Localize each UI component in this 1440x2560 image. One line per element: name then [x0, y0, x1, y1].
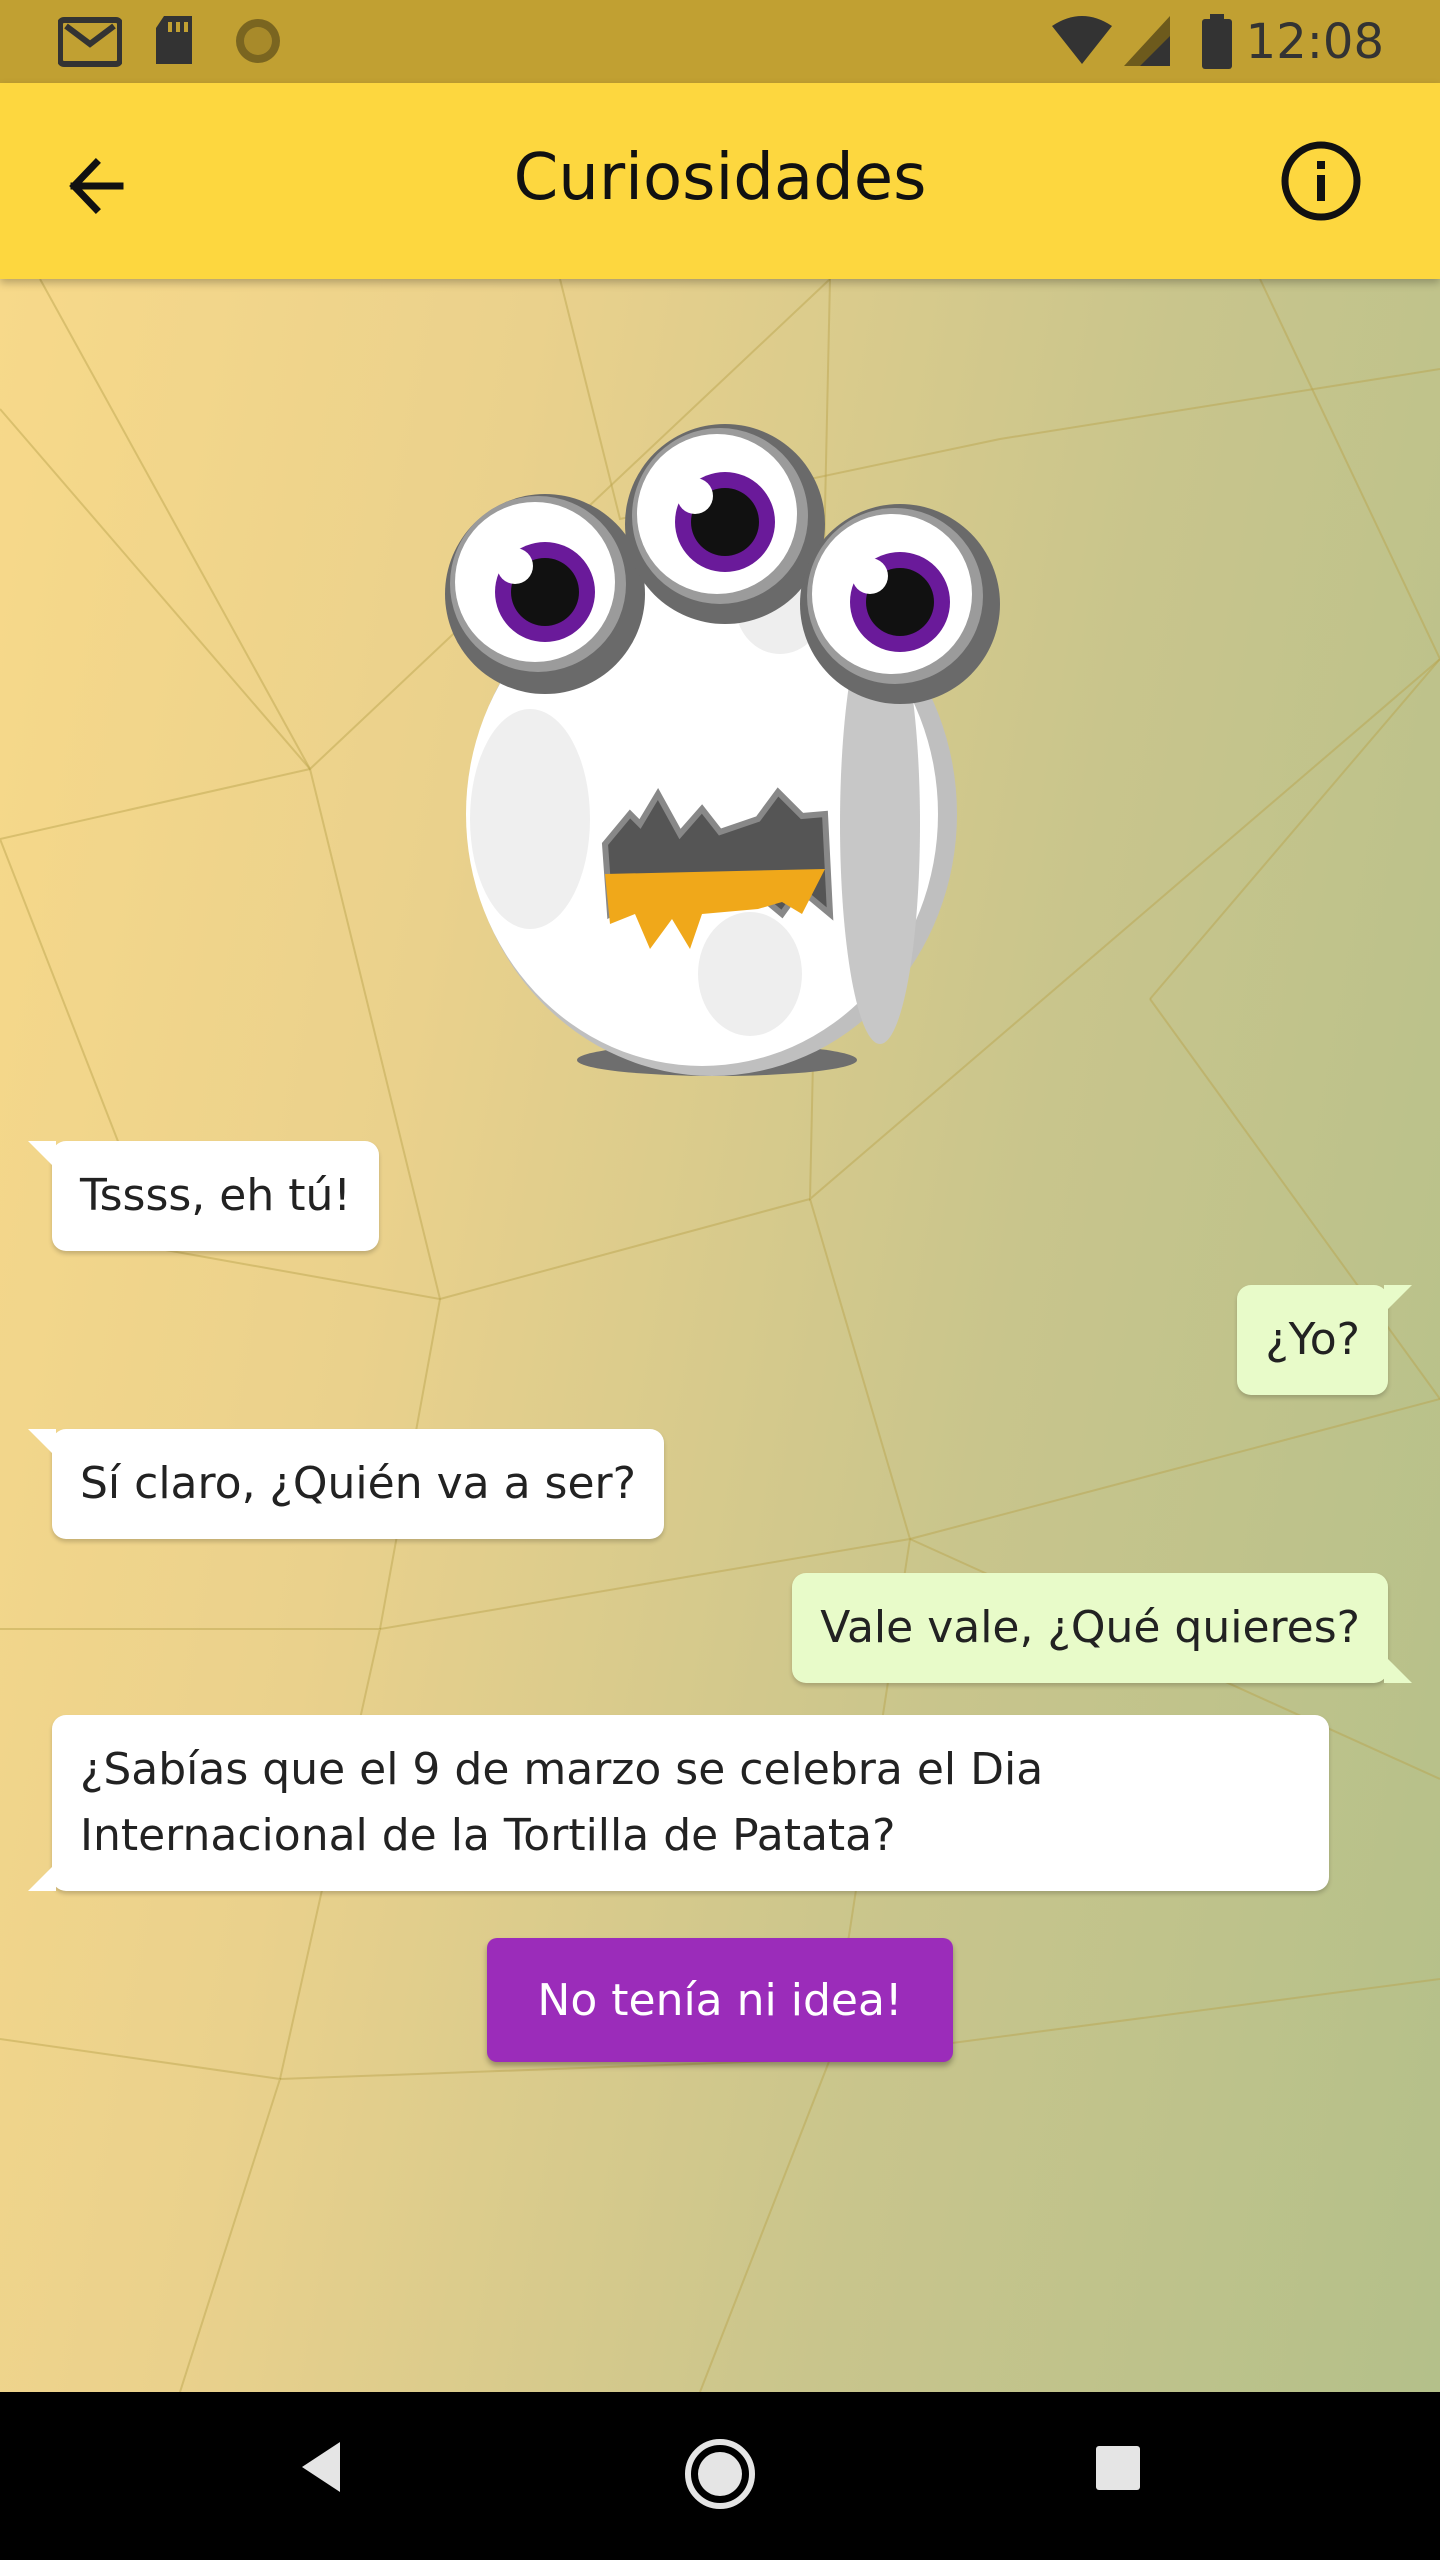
monster-illustration: [445, 424, 1000, 1076]
message-bubble-outgoing: Vale vale, ¿Qué quieres?: [792, 1573, 1412, 1683]
battery-icon: [1202, 14, 1232, 69]
status-bar: 12:08: [0, 0, 1440, 83]
nav-back-icon[interactable]: [290, 2432, 350, 2502]
info-icon[interactable]: [1275, 135, 1367, 227]
page-title: Curiosidades: [513, 141, 927, 215]
wifi-icon: [1052, 16, 1112, 64]
sd-card-icon: [156, 16, 192, 64]
gmail-icon: [58, 17, 122, 67]
message-text: Tssss, eh tú!: [80, 1170, 351, 1221]
eye-middle: [625, 424, 825, 624]
message-bubble-incoming: Sí claro, ¿Quién va a ser?: [28, 1429, 664, 1539]
message-bubble-incoming: Tssss, eh tú!: [28, 1141, 379, 1251]
status-time: 12:08: [1245, 14, 1384, 70]
system-nav-bar: [0, 2392, 1440, 2560]
eye-left: [445, 494, 645, 694]
sync-icon: [236, 19, 280, 63]
chat-area: Tssss, eh tú! ¿Yo? Sí claro, ¿Quién va a…: [0, 279, 1440, 2392]
message-text: Vale vale, ¿Qué quieres?: [820, 1602, 1360, 1653]
eye-right: [800, 504, 1000, 704]
message-text: ¿Sabías que el 9 de marzo se celebra el …: [80, 1744, 1044, 1861]
app-bar: Curiosidades: [0, 83, 1440, 279]
message-text: ¿Yo?: [1265, 1314, 1360, 1365]
nav-recents-icon[interactable]: [1090, 2440, 1146, 2496]
signal-icon: [1124, 16, 1170, 66]
no-idea-button[interactable]: No tenía ni idea!: [487, 1938, 953, 2062]
nav-home-icon[interactable]: [682, 2436, 758, 2512]
message-bubble-incoming: ¿Sabías que el 9 de marzo se celebra el …: [28, 1715, 1329, 1891]
message-bubble-outgoing: ¿Yo?: [1237, 1285, 1412, 1395]
message-text: Sí claro, ¿Quién va a ser?: [80, 1458, 636, 1509]
